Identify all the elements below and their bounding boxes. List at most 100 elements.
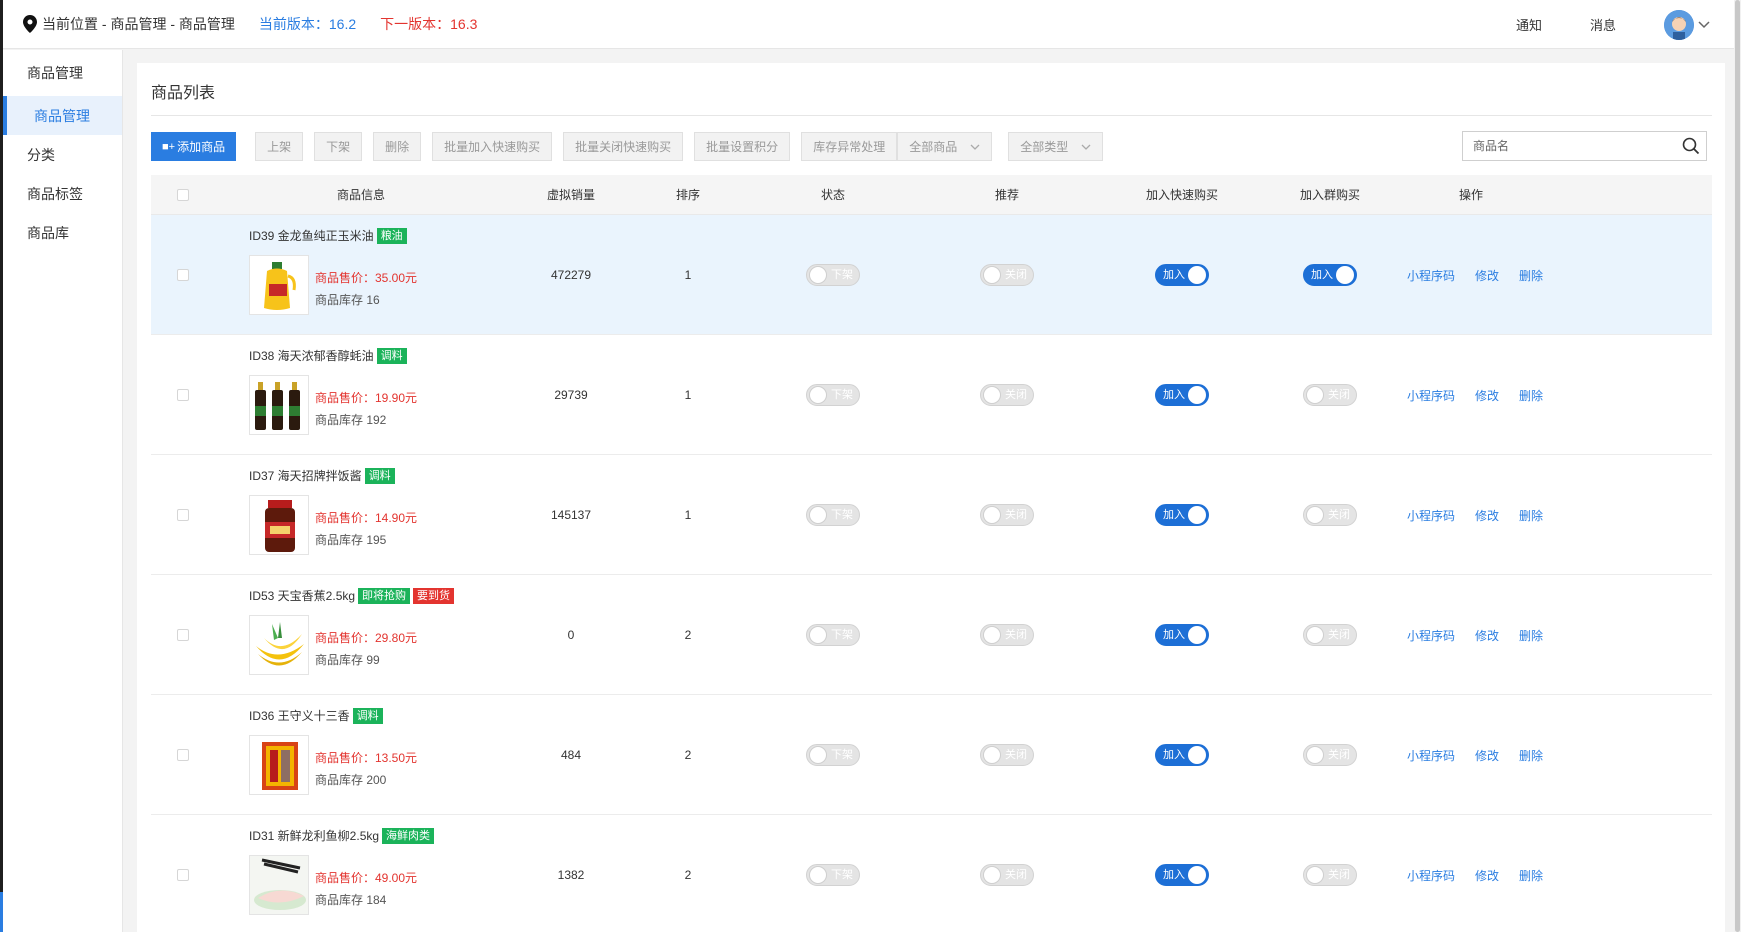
quick-buy-cell: 加入 — [1122, 215, 1242, 335]
delete-link[interactable]: 删除 — [1519, 627, 1543, 644]
status-toggle-label: 下架 — [831, 509, 853, 521]
row-checkbox[interactable] — [177, 869, 189, 881]
scrollbar-thumb[interactable] — [1735, 0, 1740, 932]
goods-filter-select[interactable]: 全部商品 — [897, 132, 993, 161]
toggle-knob — [809, 746, 827, 764]
batch-points-button[interactable]: 批量设置积分 — [694, 132, 791, 161]
qrcode-link[interactable]: 小程序码 — [1407, 387, 1455, 404]
row-actions: 小程序码 修改 删除 — [1407, 455, 1563, 575]
quick-buy-toggle[interactable]: 加入 — [1155, 744, 1209, 766]
toggle-knob — [809, 386, 827, 404]
qrcode-link[interactable]: 小程序码 — [1407, 627, 1455, 644]
quick-buy-toggle-label: 加入 — [1163, 509, 1185, 521]
toggle-knob — [1306, 626, 1324, 644]
sidebar-item-goods-management-header[interactable]: 商品管理 — [3, 50, 122, 96]
row-checkbox[interactable] — [177, 269, 189, 281]
group-buy-cell: 关闭 — [1270, 455, 1390, 575]
group-buy-cell: 关闭 — [1270, 335, 1390, 455]
quick-buy-toggle[interactable]: 加入 — [1155, 504, 1209, 526]
group-buy-cell: 关闭 — [1270, 695, 1390, 815]
stock-exception-button[interactable]: 库存异常处理 — [801, 132, 898, 161]
qrcode-link[interactable]: 小程序码 — [1407, 867, 1455, 884]
delete-button[interactable]: 删除 — [373, 132, 422, 161]
toggle-knob — [1188, 626, 1206, 644]
add-goods-button[interactable]: ■+ 添加商品 — [151, 132, 237, 161]
status-toggle[interactable]: 下架 — [806, 384, 860, 406]
sidebar-item-goods-management[interactable]: 商品管理 — [3, 96, 122, 135]
select-all-checkbox[interactable] — [177, 189, 189, 201]
delete-link[interactable]: 删除 — [1519, 867, 1543, 884]
group-buy-toggle[interactable]: 关闭 — [1303, 864, 1357, 886]
group-buy-toggle[interactable]: 关闭 — [1303, 384, 1357, 406]
group-buy-toggle[interactable]: 关闭 — [1303, 744, 1357, 766]
group-buy-toggle[interactable]: 加入 — [1303, 264, 1357, 286]
goods-tag: 调料 — [376, 347, 407, 364]
qrcode-link[interactable]: 小程序码 — [1407, 747, 1455, 764]
recommend-toggle[interactable]: 关闭 — [980, 744, 1034, 766]
recommend-toggle[interactable]: 关闭 — [980, 624, 1034, 646]
quick-buy-toggle[interactable]: 加入 — [1155, 864, 1209, 886]
edit-link[interactable]: 修改 — [1475, 387, 1499, 404]
qrcode-link[interactable]: 小程序码 — [1407, 267, 1455, 284]
status-toggle[interactable]: 下架 — [806, 264, 860, 286]
group-buy-toggle[interactable]: 关闭 — [1303, 504, 1357, 526]
row-checkbox[interactable] — [177, 509, 189, 521]
type-filter-select[interactable]: 全部类型 — [1008, 132, 1104, 161]
edit-link[interactable]: 修改 — [1475, 747, 1499, 764]
quick-buy-toggle[interactable]: 加入 — [1155, 264, 1209, 286]
status-toggle[interactable]: 下架 — [806, 744, 860, 766]
delete-link[interactable]: 删除 — [1519, 387, 1543, 404]
quick-buy-toggle[interactable]: 加入 — [1155, 624, 1209, 646]
toggle-knob — [983, 626, 1001, 644]
avatar[interactable] — [1664, 9, 1694, 40]
goods-stock: 商品库存 195 — [315, 533, 387, 547]
status-toggle[interactable]: 下架 — [806, 624, 860, 646]
group-buy-toggle-label: 关闭 — [1328, 389, 1350, 401]
status-cell: 下架 — [783, 215, 883, 335]
edit-link[interactable]: 修改 — [1475, 267, 1499, 284]
delete-link[interactable]: 删除 — [1519, 507, 1543, 524]
message-link[interactable]: 消息 — [1590, 15, 1616, 34]
quick-buy-toggle[interactable]: 加入 — [1155, 384, 1209, 406]
status-toggle[interactable]: 下架 — [806, 864, 860, 886]
recommend-toggle[interactable]: 关闭 — [980, 864, 1034, 886]
status-cell: 下架 — [783, 815, 883, 932]
sidebar-item-category[interactable]: 分类 — [3, 135, 122, 174]
off-shelf-button[interactable]: 下架 — [314, 132, 363, 161]
goods-name: ID36 王守义十三香 调料 — [249, 707, 383, 724]
sidebar-item-goods-library[interactable]: 商品库 — [3, 213, 122, 252]
status-toggle[interactable]: 下架 — [806, 504, 860, 526]
sort-value: 2 — [684, 868, 692, 882]
search-icon[interactable] — [1676, 137, 1706, 155]
sidebar-item-goods-tags[interactable]: 商品标签 — [3, 174, 122, 213]
search-input[interactable] — [1463, 132, 1676, 160]
edit-link[interactable]: 修改 — [1475, 867, 1499, 884]
goods-table: 商品信息 虚拟销量 排序 状态 推荐 加入快速购买 加入群购买 操作 ID39 … — [151, 175, 1712, 932]
batch-close-quick-button[interactable]: 批量关闭快速购买 — [563, 132, 684, 161]
group-buy-toggle[interactable]: 关闭 — [1303, 624, 1357, 646]
row-checkbox[interactable] — [177, 389, 189, 401]
notify-link[interactable]: 通知 — [1516, 15, 1542, 34]
qrcode-link[interactable]: 小程序码 — [1407, 507, 1455, 524]
batch-add-quick-button[interactable]: 批量加入快速购买 — [432, 132, 553, 161]
goods-tag: 即将抢购 — [358, 587, 411, 604]
recommend-toggle[interactable]: 关闭 — [980, 264, 1034, 286]
sidebar-item-label: 商品库 — [27, 224, 69, 241]
delete-link[interactable]: 删除 — [1519, 747, 1543, 764]
delete-link[interactable]: 删除 — [1519, 267, 1543, 284]
on-shelf-button[interactable]: 上架 — [255, 132, 304, 161]
row-checkbox[interactable] — [177, 629, 189, 641]
edit-link[interactable]: 修改 — [1475, 507, 1499, 524]
edit-link[interactable]: 修改 — [1475, 627, 1499, 644]
scrollbar[interactable] — [1734, 0, 1741, 932]
quick-buy-cell: 加入 — [1122, 695, 1242, 815]
sort-value: 2 — [684, 628, 692, 642]
recommend-toggle[interactable]: 关闭 — [980, 504, 1034, 526]
group-buy-toggle-label: 加入 — [1311, 269, 1333, 281]
search-box — [1462, 131, 1707, 161]
row-checkbox[interactable] — [177, 749, 189, 761]
goods-thumbnail — [249, 255, 309, 315]
chevron-down-icon[interactable] — [1698, 20, 1710, 29]
recommend-toggle[interactable]: 关闭 — [980, 384, 1034, 406]
group-buy-toggle-label: 关闭 — [1328, 629, 1350, 641]
